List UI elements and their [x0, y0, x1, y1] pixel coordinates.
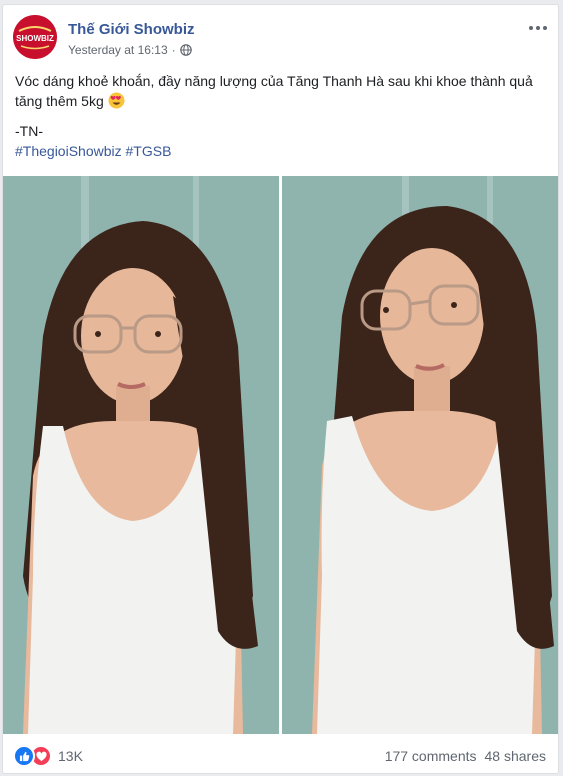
svg-text:SHOWBIZ: SHOWBIZ [16, 34, 54, 43]
post-signature: -TN- [15, 123, 43, 139]
woman-portrait-image [3, 176, 279, 734]
post-header: SHOWBIZ Thế Giới Showbiz Yesterday at 16… [3, 5, 558, 67]
more-horizontal-icon [529, 26, 533, 30]
post-meta: Yesterday at 16:13 · [68, 43, 192, 57]
post-photo-left[interactable] [3, 176, 279, 734]
post-caption: Vóc dáng khoẻ khoắn, đầy năng lượng của … [15, 71, 545, 111]
shares-count-link[interactable]: 48 shares [485, 748, 546, 764]
hashtag-tgsb[interactable]: #TGSB [126, 143, 172, 159]
meta-separator: · [171, 43, 176, 57]
like-icon [13, 745, 35, 767]
woman-portrait-image [282, 176, 558, 734]
post-photo-right[interactable] [282, 176, 558, 734]
reaction-count[interactable]: 13K [58, 748, 83, 764]
engagement-stats: 177 comments 48 shares [385, 748, 546, 764]
caption-text: Vóc dáng khoẻ khoắn, đầy năng lượng của … [15, 73, 533, 109]
showbiz-logo-icon: SHOWBIZ [13, 15, 57, 59]
globe-icon[interactable] [179, 44, 192, 56]
photo-grid [3, 176, 558, 734]
more-options-button[interactable] [526, 19, 550, 37]
comments-count-link[interactable]: 177 comments [385, 748, 477, 764]
page-avatar[interactable]: SHOWBIZ [13, 15, 57, 59]
post-card: SHOWBIZ Thế Giới Showbiz Yesterday at 16… [2, 4, 559, 774]
heart-eyes-emoji-icon [108, 92, 125, 109]
reaction-summary[interactable]: 13K [13, 745, 83, 767]
post-hashtags: #ThegioiShowbiz #TGSB [15, 141, 545, 161]
post-message: Vóc dáng khoẻ khoắn, đầy năng lượng của … [15, 71, 545, 161]
hashtag-thegioishowbiz[interactable]: #ThegioiShowbiz [15, 143, 122, 159]
page-name-link[interactable]: Thế Giới Showbiz [68, 21, 195, 38]
post-timestamp[interactable]: Yesterday at 16:13 [68, 43, 168, 57]
post-footer: 13K 177 comments 48 shares [3, 735, 558, 773]
